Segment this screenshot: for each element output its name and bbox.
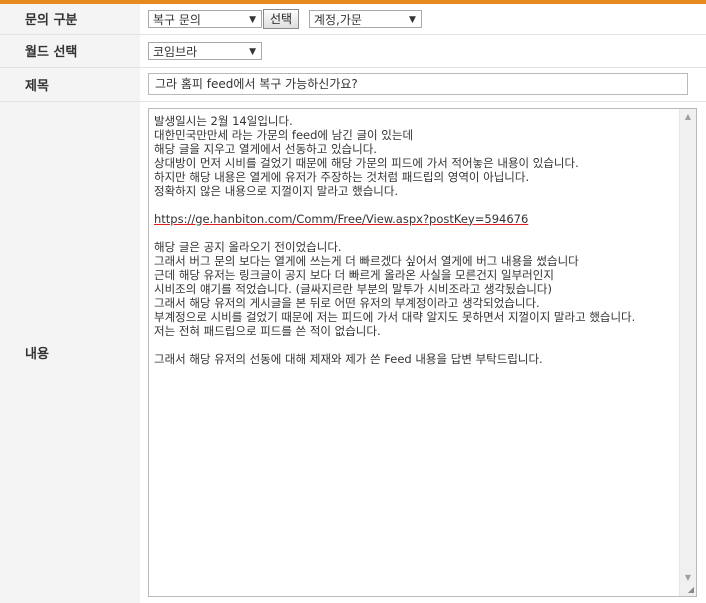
content-line: 저는 전혀 패드립으로 피드를 쓴 적이 없습니다.	[154, 323, 381, 338]
content-line: 그래서 해당 유저의 게시글을 본 뒤로 어떤 유저의 부계정이라고 생각되었습…	[154, 295, 540, 310]
category-select-value: 복구 문의	[153, 12, 201, 27]
content-label: 내용	[0, 101, 140, 603]
content-line: 시비조의 얘기를 적었습니다. (글싸지르란 부분의 말투가 시비조라고 생각됬…	[154, 281, 552, 296]
world-select[interactable]: 코임브라 ▼	[148, 41, 262, 60]
content-line: 정확하지 않은 내용으로 지껄이지 말라고 했습니다.	[154, 183, 399, 198]
resize-grip-icon[interactable]: ◢	[688, 585, 694, 594]
chevron-down-icon: ▼	[249, 14, 256, 25]
select-button[interactable]: 선택	[263, 8, 300, 29]
content-url-line: https://ge.hanbiton.com/Comm/Free/View.a…	[154, 212, 674, 226]
content-textarea[interactable]: 발생일시는 2월 14일입니다. 대한민국만만세 라는 가문의 feed에 남긴…	[148, 107, 697, 597]
content-closing-line: 그래서 해당 유저의 선동에 대해 제재와 제가 쓴 Feed 내용을 답변 부…	[154, 351, 543, 366]
chevron-down-icon: ▼	[409, 14, 416, 25]
content-line: 해당 글은 공지 올라오기 전이었습니다.	[154, 239, 342, 254]
content-line: 그래서 버그 문의 보다는 열게에 쓰는게 더 빠르겠다 싶어서 열게에 버그 …	[154, 253, 579, 268]
subject-input[interactable]: 그라 홈피 feed에서 복구 가능하신가요?	[148, 73, 688, 95]
inquiry-form: 문의 구분 복구 문의 ▼ 선택 계정,가문 ▼ 월드 선택 코임브라 ▼ 제목…	[0, 4, 706, 603]
content-text: 발생일시는 2월 14일입니다. 대한민국만만세 라는 가문의 feed에 남긴…	[149, 109, 696, 366]
scroll-up-icon[interactable]: ▲	[680, 109, 696, 125]
content-url-link[interactable]: https://ge.hanbiton.com/Comm/Free/View.a…	[154, 212, 528, 226]
subcategory-select-value: 계정,가문	[313, 12, 362, 27]
subcategory-select[interactable]: 계정,가문 ▼	[308, 9, 422, 28]
content-line: 상대방이 먼저 시비를 걸었기 때문에 해당 가문의 피드에 가서 적어놓은 내…	[154, 155, 579, 170]
content-line: 해당 글을 지우고 열게에서 선동하고 있습니다.	[154, 141, 377, 156]
content-line: 근데 해당 유저는 링크글이 공지 보다 더 빠르게 올라온 사실을 모른건지 …	[154, 267, 554, 282]
scroll-down-icon[interactable]: ▼	[680, 570, 696, 586]
vertical-scrollbar[interactable]: ▲ ▼	[679, 108, 696, 596]
content-line: 대한민국만만세 라는 가문의 feed에 남긴 글이 있는데	[154, 127, 414, 142]
content-line: 하지만 해당 내용은 열게에 유저가 주장하는 것처럼 패드립의 영역이 아닙니…	[154, 169, 530, 184]
content-line: 발생일시는 2월 14일입니다.	[154, 113, 293, 128]
category-select[interactable]: 복구 문의 ▼	[148, 9, 262, 28]
inquiry-type-label: 문의 구분	[0, 4, 140, 35]
world-select-label: 월드 선택	[0, 34, 140, 68]
chevron-down-icon: ▼	[249, 46, 256, 57]
content-line: 부계정으로 시비를 걸었기 때문에 저는 피드에 가서 대략 알지도 못하면서 …	[154, 309, 636, 324]
subject-label: 제목	[0, 67, 140, 102]
world-select-value: 코임브라	[153, 44, 198, 59]
